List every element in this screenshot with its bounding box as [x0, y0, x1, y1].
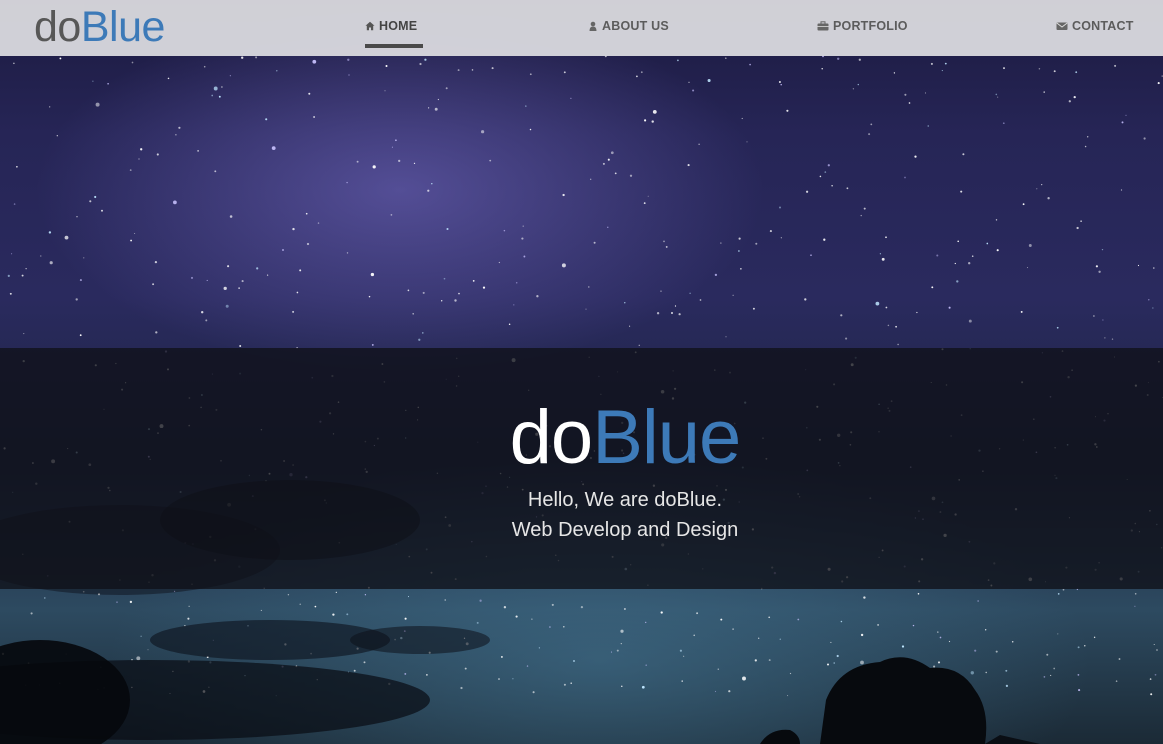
nav-item-about-us[interactable]: ABOUT US — [588, 18, 669, 34]
nav-item-label: PORTFOLIO — [833, 19, 908, 33]
hero-subtitle: Web Develop and Design — [511, 519, 739, 541]
home-icon — [365, 21, 375, 31]
hero-tagline: Hello, We are doBlue. — [527, 489, 723, 511]
active-nav-indicator — [365, 44, 423, 48]
user-icon — [589, 21, 597, 31]
brand-logo[interactable]: doBlue — [34, 3, 165, 51]
hero-title: doBlue — [0, 395, 1163, 481]
hero-title-do: do — [509, 395, 594, 480]
briefcase-icon — [817, 21, 829, 31]
logo-text-do: do — [34, 3, 81, 51]
nav-item-home[interactable]: HOME — [365, 18, 417, 34]
logo-text-blue: Blue — [80, 3, 166, 51]
nav-item-contact[interactable]: CONTACT — [1056, 18, 1134, 34]
nav-item-label: HOME — [379, 19, 418, 33]
nav-item-portfolio[interactable]: PORTFOLIO — [817, 18, 908, 34]
top-navbar: doBlue HOME ABOUT US PORTFOLIO CONTACT — [0, 0, 1163, 56]
nav-item-label: ABOUT US — [602, 19, 669, 33]
hero-background: doBlue HOME ABOUT US PORTFOLIO CONTACT d… — [0, 0, 1163, 744]
nav-item-label: CONTACT — [1072, 19, 1134, 33]
envelope-icon — [1056, 22, 1068, 30]
hero-title-blue: Blue — [592, 395, 741, 480]
